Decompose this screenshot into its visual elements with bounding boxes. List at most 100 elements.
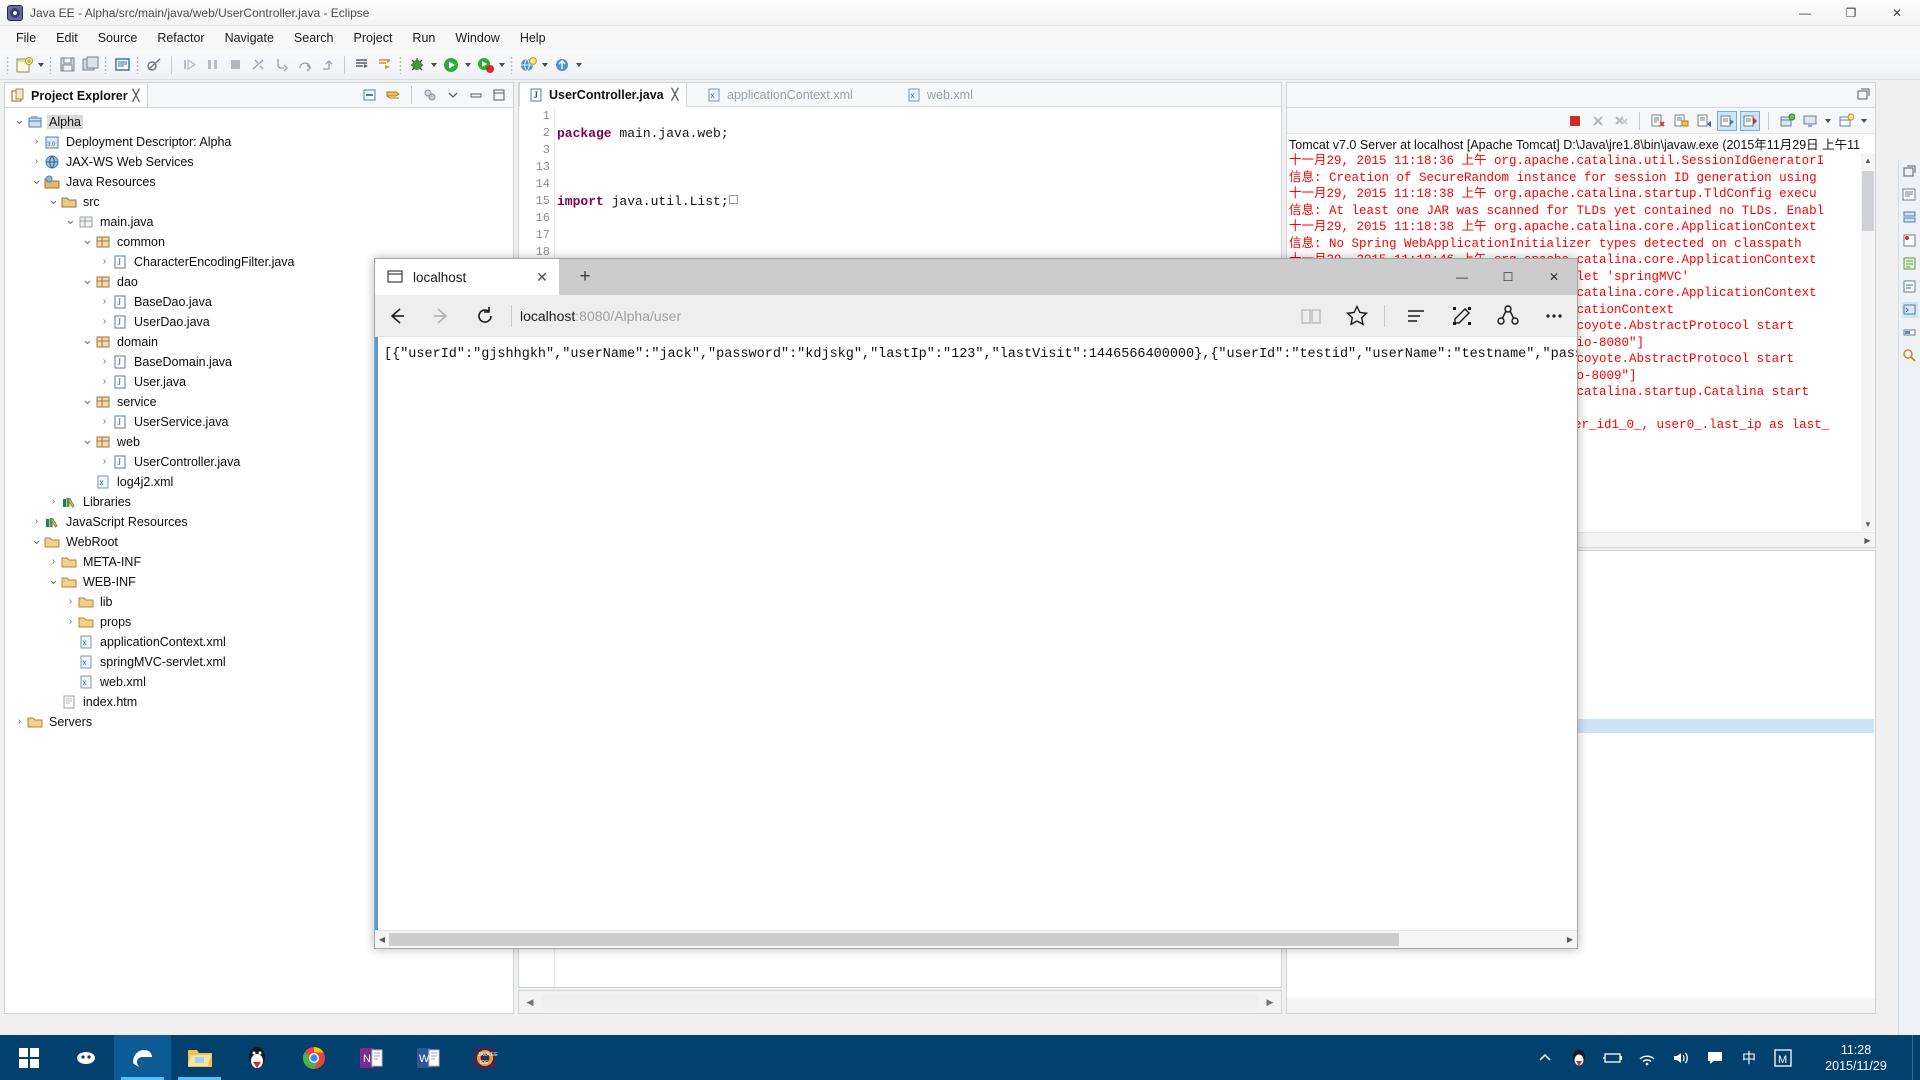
share-icon[interactable] [1485, 295, 1531, 337]
console-scroll-up-arrow[interactable]: ▲ [1861, 153, 1875, 167]
address-bar[interactable]: localhost:8080/Alpha/user [520, 308, 1288, 324]
chevron-down-icon[interactable]: ⌄ [30, 172, 43, 192]
open-task-icon[interactable] [374, 54, 396, 76]
qq-tray-icon[interactable] [1562, 1035, 1596, 1080]
print-preview-icon[interactable] [111, 54, 133, 76]
chevron-right-icon[interactable]: › [98, 292, 111, 312]
more-icon[interactable] [1531, 295, 1577, 337]
chevron-down-icon[interactable]: ⌄ [81, 272, 94, 292]
editor-tab-web-xml[interactable]: x web.xml [898, 83, 981, 107]
console-scroll-thumb[interactable] [1862, 171, 1874, 231]
run-on-server-icon[interactable] [517, 54, 539, 76]
taskbar-clock[interactable]: 11:28 2015/11/29 [1800, 1035, 1912, 1080]
ime-language-indicator[interactable]: 中 [1732, 1035, 1766, 1080]
editor-scroll-right-arrow[interactable]: ▶ [1262, 995, 1278, 1009]
snippets-rail-icon[interactable] [1902, 279, 1918, 295]
explorer-button[interactable] [171, 1035, 228, 1080]
editor-scroll-track[interactable] [541, 995, 1259, 1009]
chevron-right-icon[interactable]: › [64, 612, 77, 632]
publish-dropdown-icon[interactable] [574, 54, 584, 76]
chevron-right-icon[interactable]: › [30, 512, 43, 532]
show-desktop-button[interactable] [1912, 1035, 1920, 1080]
external-tools-dropdown-icon[interactable] [497, 54, 507, 76]
chevron-down-icon[interactable]: ⌄ [81, 432, 94, 452]
new-tab-button[interactable]: + [565, 259, 605, 295]
volume-icon[interactable] [1664, 1035, 1698, 1080]
maximize-view-icon[interactable] [489, 85, 509, 105]
forward-icon[interactable] [419, 295, 463, 337]
browser-scroll-left-arrow[interactable]: ◀ [375, 931, 389, 948]
browser-page-content[interactable]: [{"userId":"gjshhgkh","userName":"jack",… [375, 337, 1577, 930]
save-icon[interactable] [56, 54, 78, 76]
eclipse-button[interactable]: JAVA EE IDE [456, 1035, 513, 1080]
eclipse-maximize-button[interactable]: ❐ [1828, 0, 1874, 26]
open-console-icon[interactable] [1777, 111, 1797, 131]
chevron-down-icon[interactable]: ⌄ [81, 392, 94, 412]
run-external-tools-icon[interactable] [474, 54, 496, 76]
markers-rail-icon[interactable] [1902, 233, 1918, 249]
action-center-icon[interactable] [1698, 1035, 1732, 1080]
qq-button[interactable] [228, 1035, 285, 1080]
debug-dropdown-icon[interactable] [429, 54, 439, 76]
chevron-right-icon[interactable]: › [47, 492, 60, 512]
battery-icon[interactable] [1596, 1035, 1630, 1080]
menu-navigate[interactable]: Navigate [215, 28, 284, 48]
chevron-right-icon[interactable]: › [98, 312, 111, 332]
edge-button[interactable] [114, 1035, 171, 1080]
console-scroll-down-arrow[interactable]: ▼ [1861, 517, 1875, 531]
view-menu-chevron-icon[interactable] [443, 85, 463, 105]
browser-tab-localhost[interactable]: localhost ✕ [375, 259, 559, 295]
browser-scroll-thumb[interactable] [389, 933, 1399, 946]
web-note-icon[interactable] [1439, 295, 1485, 337]
browser-scroll-right-arrow[interactable]: ▶ [1563, 931, 1577, 948]
clear-console-icon[interactable] [1648, 111, 1668, 131]
menu-refactor[interactable]: Refactor [147, 28, 214, 48]
console-scroll-right-arrow[interactable]: ▶ [1860, 533, 1875, 547]
menu-window[interactable]: Window [445, 28, 509, 48]
new-wizard-dropdown-icon[interactable] [36, 54, 46, 76]
menu-help[interactable]: Help [510, 28, 556, 48]
chevron-down-icon[interactable]: ⌄ [64, 212, 77, 232]
browser-minimize-button[interactable]: — [1439, 259, 1485, 295]
lower-right-horizontal-scrollbar[interactable] [1287, 998, 1875, 1013]
view-menu-icon[interactable] [420, 85, 440, 105]
menu-edit[interactable]: Edit [46, 28, 88, 48]
editor-tab-usercontroller-java[interactable]: J UserController.java ╳ [519, 83, 688, 107]
browser-maximize-button[interactable]: ☐ [1485, 259, 1531, 295]
tab-project-explorer[interactable]: Project Explorer ╳ [5, 83, 149, 107]
eclipse-minimize-button[interactable]: — [1782, 0, 1828, 26]
show-console-on-output-icon[interactable] [1694, 111, 1714, 131]
console-display-icon[interactable] [1800, 111, 1820, 131]
debug-icon[interactable] [406, 54, 428, 76]
restore-view-icon[interactable] [1856, 87, 1870, 101]
restore-rail-icon[interactable] [1902, 164, 1918, 180]
display-selected-console-icon[interactable] [1740, 110, 1760, 131]
editor-horizontal-scrollbar[interactable]: ◀ ▶ [518, 990, 1282, 1014]
new-wizard-icon[interactable] [13, 54, 35, 76]
back-icon[interactable] [375, 295, 419, 337]
tree-item-deployment-descriptor-alpha[interactable]: › 3.0 Deployment Descriptor: Alpha [5, 132, 513, 152]
menu-run[interactable]: Run [402, 28, 445, 48]
tree-item-alpha[interactable]: ⌄ Alpha [5, 112, 513, 132]
chevron-down-icon[interactable]: ⌄ [47, 572, 60, 592]
browser-close-button[interactable]: ✕ [1531, 259, 1577, 295]
outline-rail-icon[interactable] [1902, 187, 1918, 203]
console-vertical-scrollbar[interactable]: ▲ ▼ [1861, 153, 1875, 531]
console-display-dropdown-icon[interactable] [1823, 110, 1833, 132]
toggle-breakpoint-icon[interactable] [143, 54, 165, 76]
chevron-right-icon[interactable]: › [30, 152, 43, 172]
menu-file[interactable]: File [6, 28, 46, 48]
run-icon[interactable] [440, 54, 462, 76]
palette-rail-icon[interactable] [1902, 256, 1918, 272]
chevron-right-icon[interactable]: › [30, 132, 43, 152]
open-type-icon[interactable] [351, 54, 373, 76]
onenote-button[interactable]: N [342, 1035, 399, 1080]
tree-item-main-java[interactable]: ⌄ main.java [5, 212, 513, 232]
chevron-down-icon[interactable]: ⌄ [81, 232, 94, 252]
chevron-right-icon[interactable]: › [13, 712, 26, 732]
menu-source[interactable]: Source [88, 28, 148, 48]
cortana-button[interactable] [57, 1035, 114, 1080]
chevron-right-icon[interactable]: › [98, 352, 111, 372]
chevron-right-icon[interactable]: › [98, 372, 111, 392]
scroll-lock-icon[interactable] [1671, 111, 1691, 131]
